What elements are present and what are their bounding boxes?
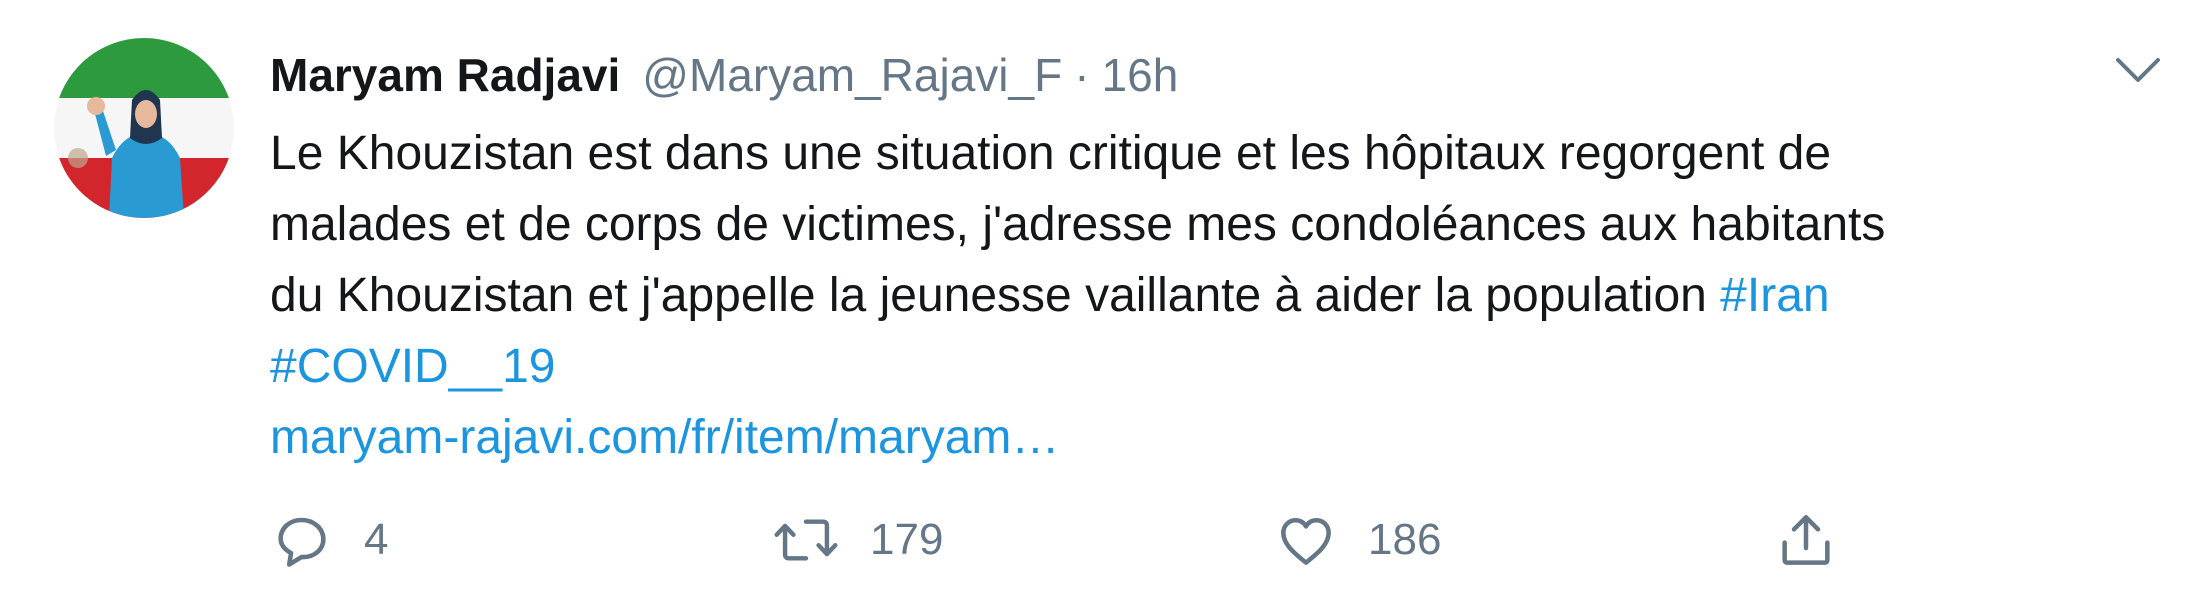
chevron-down-icon[interactable]	[2110, 50, 2166, 90]
hashtag-iran-link[interactable]: #Iran	[1720, 269, 1829, 322]
reply-count: 4	[364, 515, 389, 564]
avatar[interactable]	[54, 38, 234, 218]
like-count: 186	[1368, 515, 1442, 564]
reply-button[interactable]: 4	[270, 500, 388, 580]
avatar-image	[54, 38, 234, 218]
tweet-actions: 4 179 186	[270, 500, 1870, 580]
share-icon	[1774, 508, 1838, 572]
tweet-text-line-4: #COVID__19	[270, 331, 2150, 402]
hashtag-covid-link[interactable]: #COVID__19	[270, 340, 556, 393]
retweet-button[interactable]: 179	[772, 500, 943, 580]
like-button[interactable]: 186	[1274, 500, 1441, 580]
retweet-count: 179	[870, 515, 944, 564]
tweet-time[interactable]: 16h	[1102, 48, 1179, 102]
reply-icon	[270, 508, 334, 572]
url-link[interactable]: maryam-rajavi.com/fr/item/maryam…	[270, 411, 1059, 464]
tweet-text: Le Khouzistan est dans une situation cri…	[270, 118, 2150, 473]
share-button[interactable]	[1774, 500, 1838, 580]
tweet-text-line: Le Khouzistan est dans une situation cri…	[270, 127, 1832, 180]
tweet-text-line-5: maryam-rajavi.com/fr/item/maryam…	[270, 402, 2150, 473]
author-handle[interactable]: @Maryam_Rajavi_F	[642, 48, 1062, 102]
tweet-text-line-3: du Khouzistan et j'appelle la jeunesse v…	[270, 260, 2150, 331]
author-name[interactable]: Maryam Radjavi	[270, 48, 620, 102]
heart-icon	[1274, 508, 1338, 572]
separator-dot: ·	[1074, 49, 1090, 101]
tweet[interactable]: Maryam Radjavi @Maryam_Rajavi_F · 16h Le…	[0, 0, 2200, 604]
tweet-text-line: malades et de corps de victimes, j'adres…	[270, 198, 1886, 251]
retweet-icon	[772, 508, 840, 572]
tweet-header: Maryam Radjavi @Maryam_Rajavi_F · 16h	[270, 40, 1178, 110]
tweet-text-line-3-text: du Khouzistan et j'appelle la jeunesse v…	[270, 269, 1721, 322]
